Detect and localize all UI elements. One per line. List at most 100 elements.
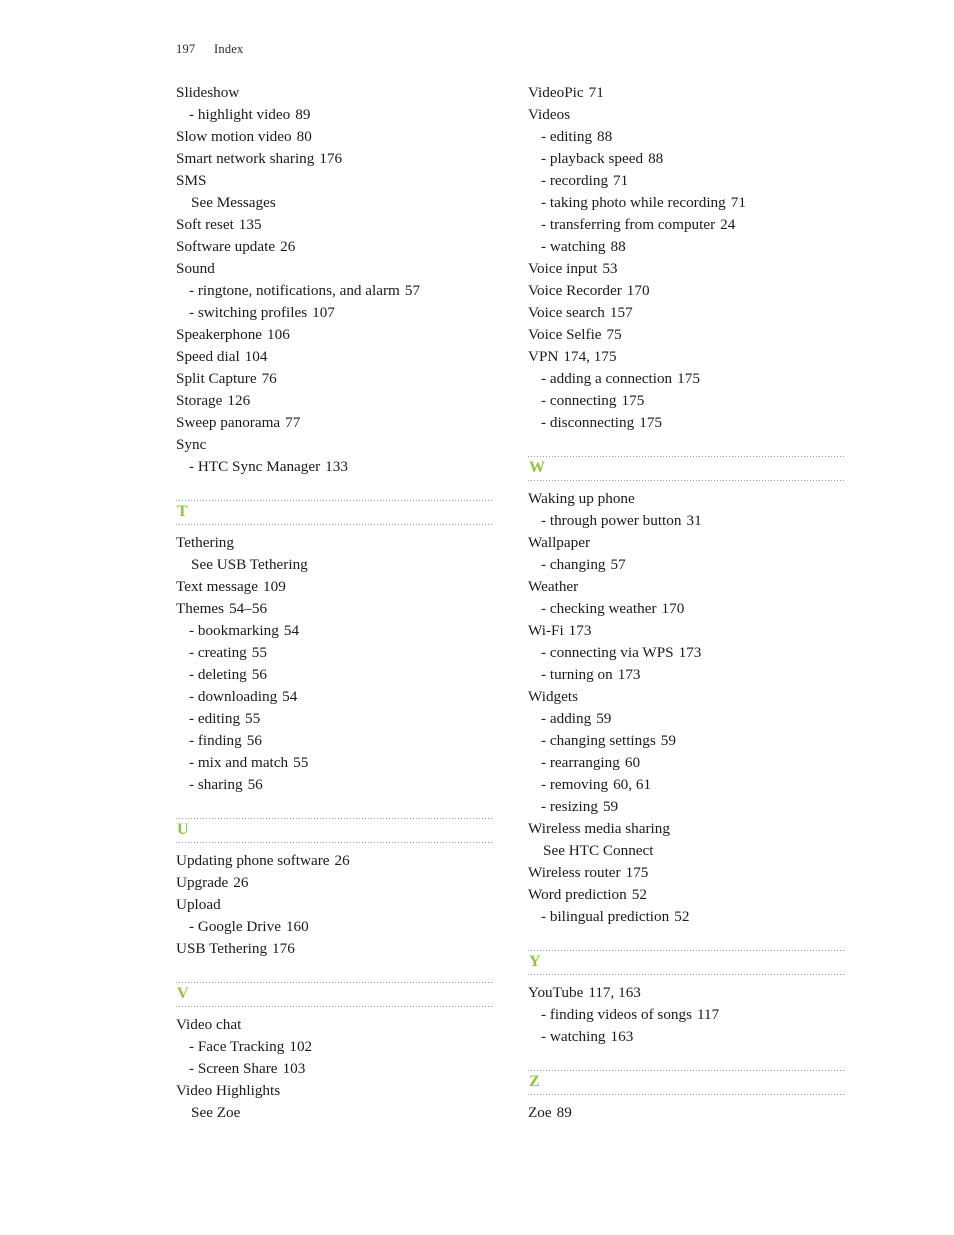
- entry-page-numbers: 175: [639, 414, 662, 431]
- index-subentry: - through power button 31: [528, 510, 846, 532]
- entry-label: - transferring from computer: [541, 216, 716, 233]
- left-column: Slideshow - highlight video 89 Slow motion …: [176, 82, 494, 1124]
- entry-page-numbers: 175: [677, 370, 700, 387]
- entry-label: See USB Tethering: [191, 556, 308, 573]
- entry-label: Slideshow: [176, 84, 240, 101]
- entry-label: - editing: [189, 710, 241, 727]
- index-subentry: - HTC Sync Manager 133: [176, 456, 494, 478]
- section-header: W: [528, 456, 846, 481]
- entry-page-numbers: 173: [678, 644, 702, 661]
- entry-page-numbers: 104: [244, 348, 268, 365]
- index-entry: Sync: [176, 434, 494, 456]
- entry-label: - highlight video: [189, 106, 291, 123]
- entry-label: - adding: [541, 710, 592, 727]
- index-section-continued: VideoPic 71 Videos - editing 88 - playback sp…: [528, 82, 846, 434]
- entry-page-numbers: 88: [648, 150, 664, 167]
- index-subentry: - editing 88: [528, 126, 846, 148]
- entry-label: - through power button: [541, 512, 682, 529]
- index-entry: Videos: [528, 104, 846, 126]
- entry-page-numbers: 56: [251, 666, 267, 683]
- entry-page-numbers: 160: [285, 918, 309, 935]
- index-subentry: - transferring from computer 24: [528, 214, 846, 236]
- index-entry: Upgrade 26: [176, 872, 494, 894]
- entry-label: Themes: [176, 600, 225, 617]
- index-entry: Sound: [176, 258, 494, 280]
- index-entry: Word prediction 52: [528, 884, 846, 906]
- index-entry: Software update 26: [176, 236, 494, 258]
- index-subentry: - editing 55: [176, 708, 494, 730]
- entry-label: Speed dial: [176, 348, 240, 365]
- entry-page-numbers: 56: [247, 776, 263, 793]
- index-entry: Wallpaper: [528, 532, 846, 554]
- entry-label: Split Capture: [176, 370, 257, 387]
- entry-label: Zoe: [528, 1104, 552, 1121]
- entry-label: - sharing: [189, 776, 243, 793]
- index-entry: Video Highlights: [176, 1080, 494, 1102]
- index-subentry: - resizing 59: [528, 796, 846, 818]
- entry-page-numbers: 176: [319, 150, 343, 167]
- entry-page-numbers: 60: [624, 754, 641, 771]
- entry-page-numbers: 55: [293, 754, 309, 771]
- section-letter: Z: [529, 1073, 540, 1090]
- entry-page-numbers: 56: [246, 732, 262, 749]
- index-cross-reference: See Zoe: [176, 1102, 494, 1124]
- entry-page-numbers: 55: [245, 710, 261, 727]
- entry-group: Tethering See USB Tethering Text message 10…: [176, 532, 494, 796]
- entry-label: Voice input: [528, 260, 598, 277]
- entry-label: Slow motion video: [176, 128, 292, 145]
- entry-label: - finding: [189, 732, 242, 749]
- section-header: Z: [528, 1070, 846, 1095]
- entry-page-numbers: 170: [661, 600, 685, 617]
- entry-label: - checking weather: [541, 600, 657, 617]
- entry-label: Tethering: [176, 534, 234, 551]
- entry-label: - recording: [541, 172, 609, 189]
- index-subentry: - bookmarking 54: [176, 620, 494, 642]
- entry-label: - bookmarking: [189, 622, 279, 639]
- section-header: T: [176, 500, 494, 525]
- entry-page-numbers: 71: [588, 84, 604, 101]
- entry-label: Sync: [176, 436, 207, 453]
- entry-label: See HTC Connect: [543, 842, 654, 859]
- entry-page-numbers: 59: [596, 710, 612, 727]
- index-entry: VideoPic 71: [528, 82, 846, 104]
- index-entry: Storage 126: [176, 390, 494, 412]
- section-header: V: [176, 982, 494, 1007]
- entry-group: VideoPic 71 Videos - editing 88 - playback sp…: [528, 82, 846, 434]
- entry-label: Voice Selfie: [528, 326, 602, 343]
- index-entry: Wi-Fi 173: [528, 620, 846, 642]
- entry-label: Wi-Fi: [528, 622, 564, 639]
- section-rule-bottom: [528, 480, 846, 481]
- entry-group: Slideshow - highlight video 89 Slow motion …: [176, 82, 494, 478]
- index-section-w: W Waking up phone - through power button 31…: [528, 456, 846, 928]
- entry-page-numbers: 163: [610, 1028, 634, 1045]
- entry-label: See Messages: [191, 194, 276, 211]
- entry-page-numbers: 53: [602, 260, 618, 277]
- index-entry: Updating phone software 26: [176, 850, 494, 872]
- index-subentry: - adding a connection 175: [528, 368, 846, 390]
- index-entry: Voice Selfie 75: [528, 324, 846, 346]
- entry-page-numbers: 60, 61: [613, 776, 652, 793]
- entry-label: Waking up phone: [528, 490, 635, 507]
- entry-label: See Zoe: [191, 1104, 241, 1121]
- entry-label: Wireless media sharing: [528, 820, 670, 837]
- entry-label: - watching: [541, 238, 606, 255]
- page-title: Index: [214, 42, 244, 56]
- entry-label: Updating phone software: [176, 852, 330, 869]
- entry-page-numbers: 57: [610, 556, 626, 573]
- index-subentry: - watching 88: [528, 236, 846, 258]
- index-section-z: Z Zoe 89: [528, 1070, 846, 1124]
- entry-group: Zoe 89: [528, 1102, 846, 1124]
- entry-page-numbers: 170: [626, 282, 650, 299]
- entry-page-numbers: 52: [674, 908, 690, 925]
- entry-label: Software update: [176, 238, 276, 255]
- index-subentry: - checking weather 170: [528, 598, 846, 620]
- entry-page-numbers: 117, 163: [588, 984, 641, 1001]
- entry-label: - mix and match: [189, 754, 289, 771]
- entry-label: - playback speed: [541, 150, 644, 167]
- entry-page-numbers: 157: [609, 304, 633, 321]
- entry-page-numbers: 57: [404, 282, 421, 299]
- index-entry: YouTube 117, 163: [528, 982, 846, 1004]
- entry-group: Waking up phone - through power button 31 W…: [528, 488, 846, 928]
- entry-page-numbers: 89: [556, 1104, 572, 1121]
- index-entry: Speed dial 104: [176, 346, 494, 368]
